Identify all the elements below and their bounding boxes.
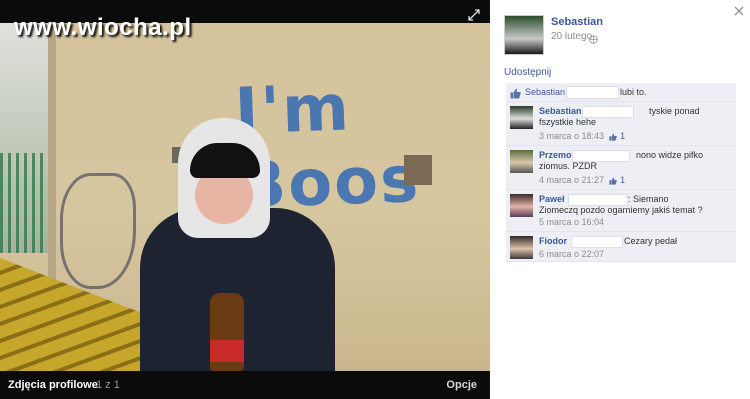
photo-fence bbox=[0, 153, 48, 253]
author-redaction bbox=[571, 236, 623, 248]
comment-meta: 5 marca o 16:04 bbox=[539, 217, 604, 227]
watermark-logo: www.wiocha.pl bbox=[14, 14, 192, 41]
comment-time[interactable]: 5 marca o 16:04 bbox=[539, 217, 604, 227]
beer-label bbox=[210, 340, 244, 362]
likes-bar: Sebastian lubi to. bbox=[506, 83, 736, 102]
comment-like-count[interactable]: 1 bbox=[620, 131, 625, 141]
comment-avatar[interactable] bbox=[510, 106, 533, 129]
photo-footer: Zdjęcia profilowe 1 z 1 Opcje bbox=[0, 371, 490, 399]
comment-text: tyskie ponad fszystkie hehe bbox=[539, 106, 700, 127]
comment: Fiodor Cezary pedał 6 marca o 22:07 bbox=[506, 232, 736, 262]
comment-time[interactable]: 3 marca o 18:43 bbox=[539, 131, 604, 141]
globe-icon bbox=[589, 31, 598, 44]
comment-text: : Siemano Ziomeczq pozdo ogarniemy jakiś… bbox=[539, 194, 703, 215]
comment-author[interactable]: Fiodor bbox=[539, 236, 567, 246]
profile-photo[interactable]: I'm Boos bbox=[0, 23, 490, 371]
album-count: 1 z 1 bbox=[96, 379, 120, 391]
like-icon[interactable] bbox=[608, 177, 617, 185]
person-cap bbox=[190, 143, 260, 178]
share-link[interactable]: Udostępnij bbox=[504, 67, 551, 78]
owner-avatar[interactable] bbox=[504, 15, 544, 55]
side-panel: Sebastian 20 lutego Udostępnij Sebastian… bbox=[490, 0, 750, 399]
comment-like-count[interactable]: 1 bbox=[620, 175, 625, 185]
photo-viewer: I'm Boos www.wiocha.pl Zdjęcia profilowe… bbox=[0, 0, 490, 399]
options-link[interactable]: Opcje bbox=[446, 379, 477, 391]
close-icon[interactable] bbox=[733, 4, 745, 16]
comment: Paweł : Siemano Ziomeczq pozdo ogarniemy… bbox=[506, 190, 736, 232]
photo-wall-sign bbox=[404, 155, 432, 185]
comment: Przemo nono widze pifko ziomus. PZDR 4 m… bbox=[506, 146, 736, 190]
comment-meta: 4 marca o 21:27 1 bbox=[539, 175, 625, 185]
owner-date[interactable]: 20 lutego bbox=[551, 31, 592, 42]
photo-graffiti-shape bbox=[60, 173, 136, 289]
photo-pillar bbox=[48, 23, 56, 283]
comment-text: nono widze pifko ziomus. PZDR bbox=[539, 150, 704, 171]
comment-time[interactable]: 4 marca o 21:27 bbox=[539, 175, 604, 185]
expand-icon[interactable] bbox=[468, 9, 480, 21]
comment-avatar[interactable] bbox=[510, 236, 533, 259]
like-icon[interactable] bbox=[608, 133, 617, 141]
comment-avatar[interactable] bbox=[510, 194, 533, 217]
like-icon[interactable] bbox=[510, 86, 521, 99]
photo-person bbox=[140, 118, 335, 371]
comment-meta: 3 marca o 18:43 1 bbox=[539, 131, 625, 141]
owner-name[interactable]: Sebastian bbox=[551, 16, 603, 28]
comment-avatar[interactable] bbox=[510, 150, 533, 173]
comment-time[interactable]: 6 marca o 22:07 bbox=[539, 249, 604, 259]
album-title[interactable]: Zdjęcia profilowe bbox=[8, 379, 98, 391]
likes-redaction bbox=[566, 86, 619, 99]
comment-text: Cezary pedał bbox=[624, 236, 678, 246]
likes-name[interactable]: Sebastian bbox=[525, 87, 565, 97]
comment: Sebastian tyskie ponad fszystkie hehe 3 … bbox=[506, 102, 736, 146]
likes-suffix: lubi to. bbox=[620, 87, 647, 97]
comment-meta: 6 marca o 22:07 bbox=[539, 249, 604, 259]
